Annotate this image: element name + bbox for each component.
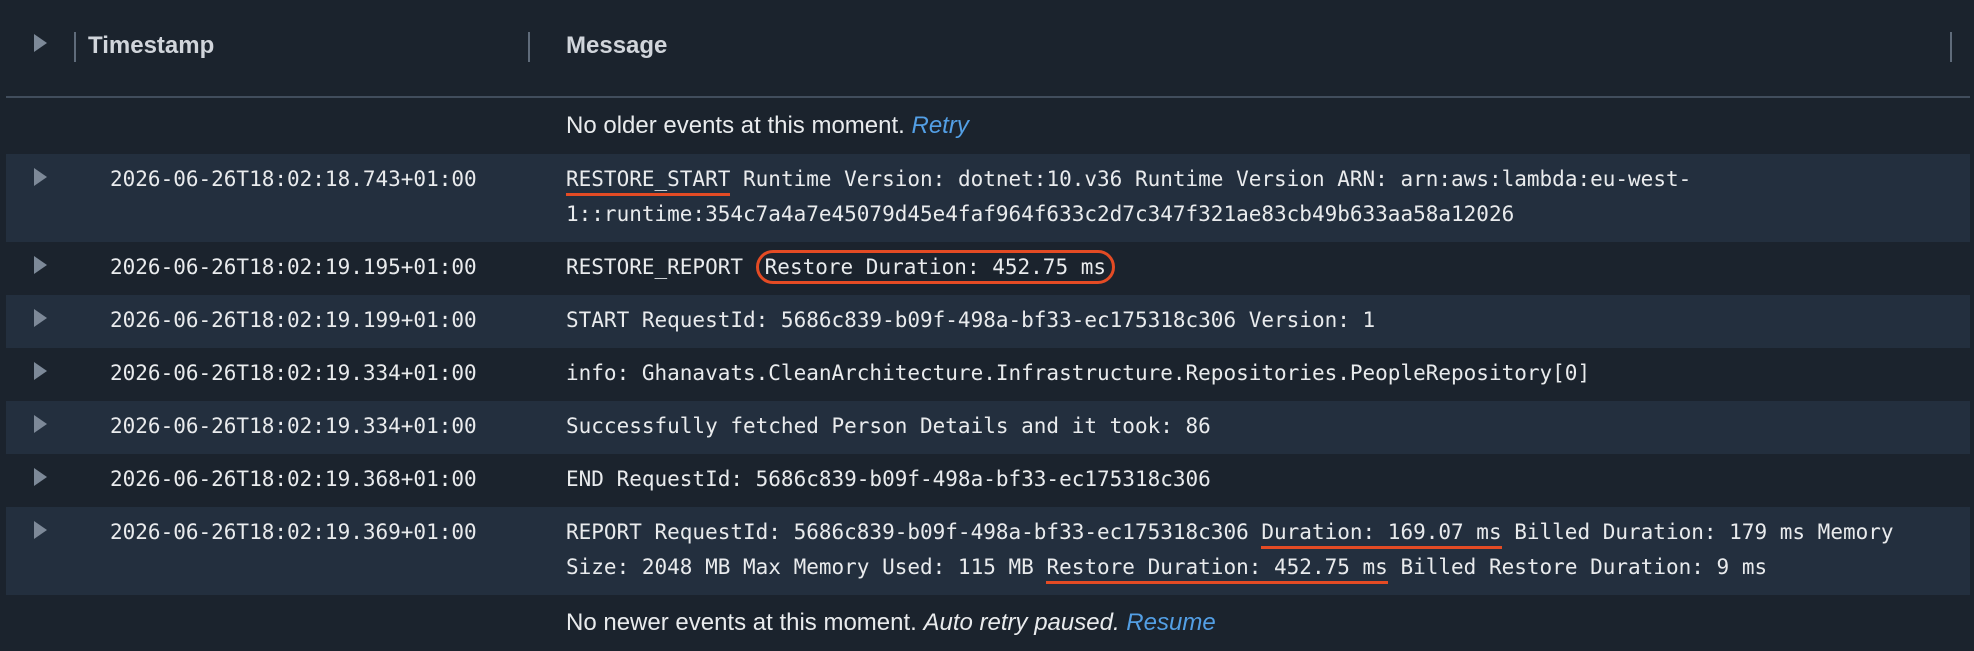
log-event-row[interactable]: 2026-06-26T18:02:19.368+01:00 END Request… bbox=[6, 454, 1970, 507]
event-message: RESTORE_REPORT Restore Duration: 452.75 … bbox=[566, 242, 1966, 294]
expand-row-icon[interactable] bbox=[34, 468, 47, 486]
event-timestamp: 2026-06-26T18:02:19.199+01:00 bbox=[110, 308, 477, 332]
column-divider[interactable] bbox=[1950, 32, 1952, 62]
column-divider[interactable] bbox=[528, 32, 530, 62]
log-event-row[interactable]: 2026-06-26T18:02:19.334+01:00 Successfull… bbox=[6, 401, 1970, 454]
event-timestamp: 2026-06-26T18:02:19.369+01:00 bbox=[110, 520, 477, 544]
column-divider[interactable] bbox=[74, 32, 76, 62]
log-events-table: Timestamp Message No older events at thi… bbox=[6, 0, 1970, 651]
expand-row-icon[interactable] bbox=[34, 309, 47, 327]
event-message: END RequestId: 5686c839-b09f-498a-bf33-e… bbox=[566, 454, 1966, 506]
message-text: info: Ghanavats.CleanArchitecture.Infras… bbox=[566, 361, 1591, 385]
expand-row-icon[interactable] bbox=[34, 415, 47, 433]
message-column-header[interactable]: Message bbox=[566, 32, 667, 60]
event-timestamp: 2026-06-26T18:02:19.334+01:00 bbox=[110, 361, 477, 385]
log-event-row[interactable]: 2026-06-26T18:02:19.334+01:00 info: Ghana… bbox=[6, 348, 1970, 401]
message-text: REPORT RequestId: 5686c839-b09f-498a-bf3… bbox=[566, 520, 1262, 544]
retry-link[interactable]: Retry bbox=[912, 112, 969, 139]
event-message: info: Ghanavats.CleanArchitecture.Infras… bbox=[566, 348, 1966, 400]
event-message: START RequestId: 5686c839-b09f-498a-bf33… bbox=[566, 295, 1966, 347]
log-event-row[interactable]: 2026-06-26T18:02:19.195+01:00 RESTORE_REP… bbox=[6, 242, 1970, 295]
event-message: REPORT RequestId: 5686c839-b09f-498a-bf3… bbox=[566, 507, 1966, 594]
message-text: Successfully fetched Person Details and … bbox=[566, 414, 1211, 438]
timestamp-column-header[interactable]: Timestamp bbox=[88, 32, 214, 60]
expand-row-icon[interactable] bbox=[34, 521, 47, 539]
log-event-row[interactable]: 2026-06-26T18:02:19.199+01:00 START Reque… bbox=[6, 295, 1970, 348]
event-timestamp: 2026-06-26T18:02:18.743+01:00 bbox=[110, 167, 477, 191]
newer-events-text: No newer events at this moment. bbox=[566, 609, 917, 636]
message-text: END RequestId: 5686c839-b09f-498a-bf33-e… bbox=[566, 467, 1211, 491]
event-message: RESTORE_START Runtime Version: dotnet:10… bbox=[566, 154, 1966, 241]
expand-all-icon[interactable] bbox=[34, 34, 47, 52]
older-events-status: No older events at this moment. Retry bbox=[6, 98, 1970, 154]
annotation-underline: Duration: 169.07 ms bbox=[1261, 520, 1502, 549]
log-event-row[interactable]: 2026-06-26T18:02:18.743+01:00 RESTORE_STA… bbox=[6, 154, 1970, 242]
event-message: Successfully fetched Person Details and … bbox=[566, 401, 1966, 453]
table-header: Timestamp Message bbox=[6, 0, 1970, 98]
event-timestamp: 2026-06-26T18:02:19.368+01:00 bbox=[110, 467, 477, 491]
message-text: RESTORE_REPORT bbox=[566, 255, 756, 279]
expand-row-icon[interactable] bbox=[34, 168, 47, 186]
annotation-circle: Restore Duration: 452.75 ms bbox=[755, 250, 1116, 284]
expand-row-icon[interactable] bbox=[34, 256, 47, 274]
message-text: Runtime Version: dotnet:10.v36 Runtime V… bbox=[566, 167, 1692, 226]
log-event-row[interactable]: 2026-06-26T18:02:19.369+01:00 REPORT Requ… bbox=[6, 507, 1970, 595]
expand-row-icon[interactable] bbox=[34, 362, 47, 380]
event-list: 2026-06-26T18:02:18.743+01:00 RESTORE_STA… bbox=[6, 154, 1970, 595]
resume-link[interactable]: Resume bbox=[1126, 609, 1215, 636]
older-events-text: No older events at this moment. bbox=[566, 112, 905, 139]
message-text: Billed Restore Duration: 9 ms bbox=[1387, 555, 1768, 579]
newer-events-status: No newer events at this moment. Auto ret… bbox=[6, 595, 1970, 651]
annotation-underline: Restore Duration: 452.75 ms bbox=[1046, 555, 1388, 584]
auto-retry-paused-text: Auto retry paused. bbox=[923, 609, 1120, 636]
annotation-underline: RESTORE_START bbox=[566, 167, 731, 196]
event-timestamp: 2026-06-26T18:02:19.334+01:00 bbox=[110, 414, 477, 438]
message-text: START RequestId: 5686c839-b09f-498a-bf33… bbox=[566, 308, 1376, 332]
event-timestamp: 2026-06-26T18:02:19.195+01:00 bbox=[110, 255, 477, 279]
